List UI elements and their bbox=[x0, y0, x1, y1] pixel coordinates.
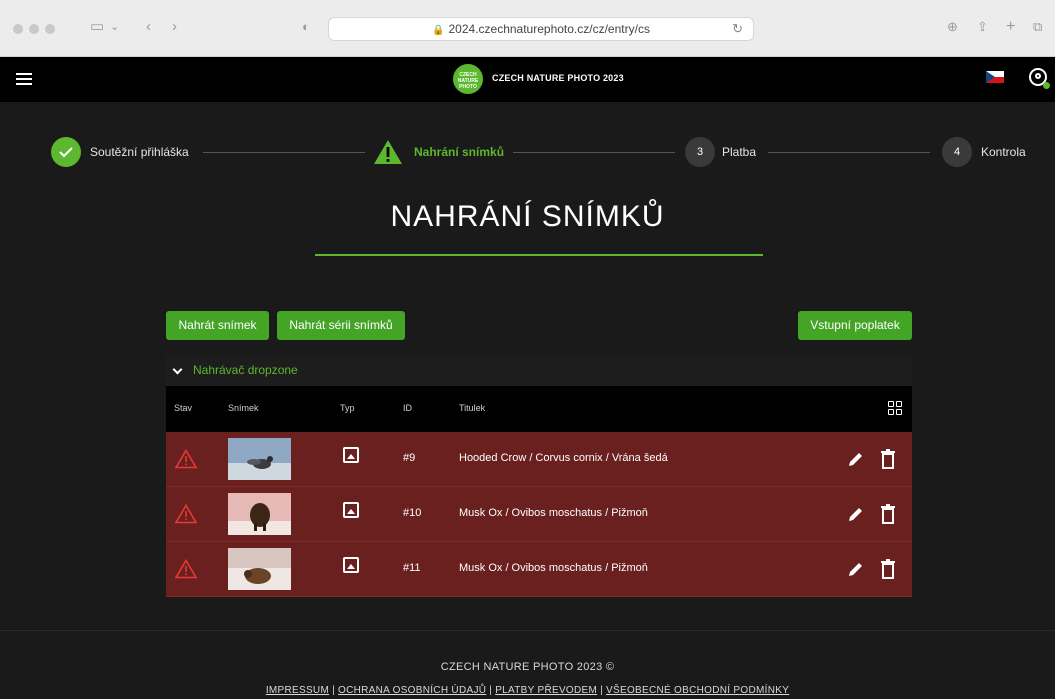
step-done-icon bbox=[51, 137, 81, 167]
photo-thumbnail[interactable] bbox=[228, 493, 291, 535]
column-header-title: Titulek bbox=[459, 403, 486, 413]
site-header: CZECH NATURE PHOTO CZECH NATURE PHOTO 20… bbox=[0, 57, 1055, 102]
photo-id: #10 bbox=[403, 507, 422, 519]
step-number-badge: 3 bbox=[685, 137, 715, 167]
edit-icon[interactable] bbox=[846, 504, 866, 524]
title-underline bbox=[315, 254, 763, 256]
logo-badge-line: PHOTO bbox=[459, 84, 477, 90]
footer-separator: | bbox=[600, 685, 604, 696]
upload-series-button[interactable]: Nahrát sérii snímků bbox=[277, 311, 405, 340]
page-title: NAHRÁNÍ SNÍMKŮ bbox=[390, 200, 665, 233]
online-status-dot bbox=[1043, 82, 1050, 89]
sidebar-toggle-icon[interactable]: ▭ bbox=[90, 17, 104, 37]
footer-copyright: CZECH NATURE PHOTO 2023 © bbox=[440, 661, 615, 673]
step-label-review[interactable]: Kontrola bbox=[981, 145, 1026, 159]
czech-flag-icon[interactable] bbox=[986, 71, 1004, 83]
photo-id: #9 bbox=[403, 452, 416, 464]
close-window-button[interactable] bbox=[13, 24, 23, 34]
step-number-badge: 4 bbox=[942, 137, 972, 167]
image-type-icon bbox=[343, 447, 359, 463]
delete-icon[interactable] bbox=[881, 504, 895, 524]
step-label-payment[interactable]: Platba bbox=[722, 145, 756, 159]
step-warning-icon bbox=[373, 139, 403, 165]
footer-separator: | bbox=[332, 685, 335, 696]
delete-icon[interactable] bbox=[881, 449, 895, 469]
image-type-icon bbox=[343, 557, 359, 573]
grid-view-icon[interactable] bbox=[888, 401, 902, 415]
dropzone-toggle[interactable]: Nahrávač dropzone bbox=[166, 355, 912, 386]
forward-icon[interactable]: › bbox=[172, 17, 177, 37]
photo-title: Musk Ox / Ovibos moschatus / Pižmoň bbox=[459, 562, 648, 574]
photo-thumbnail[interactable] bbox=[228, 548, 291, 590]
column-header-id: ID bbox=[403, 403, 412, 413]
zoom-window-button[interactable] bbox=[45, 24, 55, 34]
warning-icon bbox=[175, 559, 197, 579]
footer-separator: | bbox=[489, 685, 493, 696]
edit-icon[interactable] bbox=[846, 559, 866, 579]
step-connector bbox=[768, 152, 930, 153]
column-header-type: Typ bbox=[340, 403, 355, 413]
photo-title: Musk Ox / Ovibos moschatus / Pižmoň bbox=[459, 507, 648, 519]
lock-icon: 🔒 bbox=[432, 25, 445, 36]
site-footer: CZECH NATURE PHOTO 2023 © IMPRESSUM | OCHR… bbox=[0, 630, 1055, 699]
table-header: Stav Snímek Typ ID Titulek bbox=[166, 386, 912, 432]
logo-text[interactable]: CZECH NATURE PHOTO 2023 bbox=[492, 73, 624, 83]
footer-links: IMPRESSUM | OCHRANA OSOBNÍCH ÚDAJŮ | PLATBY … bbox=[0, 685, 1055, 696]
table-row[interactable]: #11 Musk Ox / Ovibos moschatus / Pižmoň bbox=[166, 542, 912, 597]
privacy-shield-icon[interactable]: ◐ bbox=[302, 17, 310, 37]
dropzone-label: Nahrávač dropzone bbox=[193, 363, 298, 377]
step-connector bbox=[513, 152, 675, 153]
chevron-down-icon[interactable]: ⌄ bbox=[110, 17, 119, 37]
table-row[interactable]: #10 Musk Ox / Ovibos moschatus / Pižmoň bbox=[166, 487, 912, 542]
table-row[interactable]: #9 Hooded Crow / Corvus cornix / Vrána š… bbox=[166, 432, 912, 487]
photo-thumbnail[interactable] bbox=[228, 438, 291, 480]
logo-badge[interactable]: CZECH NATURE PHOTO bbox=[453, 64, 483, 94]
back-icon[interactable]: ‹ bbox=[146, 17, 151, 37]
reload-icon[interactable]: ↻ bbox=[732, 21, 743, 37]
footer-link-impressum[interactable]: IMPRESSUM bbox=[266, 685, 329, 696]
edit-icon[interactable] bbox=[846, 449, 866, 469]
url-display[interactable]: 🔒 2024.czechnaturephoto.cz/cz/entry/cs bbox=[329, 22, 753, 36]
footer-link-terms[interactable]: VŠEOBECNÉ OBCHODNÍ PODMÍNKY bbox=[606, 685, 789, 696]
warning-icon bbox=[175, 504, 197, 524]
photo-id: #11 bbox=[403, 562, 421, 574]
column-header-status: Stav bbox=[174, 403, 193, 413]
upload-photo-button[interactable]: Nahrát snímek bbox=[166, 311, 269, 340]
url-text: 2024.czechnaturephoto.cz/cz/entry/cs bbox=[448, 22, 650, 36]
share-icon[interactable]: ⇪ bbox=[977, 17, 988, 37]
tab-overview-icon[interactable]: ⧉ bbox=[1033, 17, 1042, 37]
browser-chrome: ▭ ⌄ ‹ › ◐ 🔒 2024.czechnaturephoto.cz/cz/e… bbox=[0, 0, 1055, 57]
photo-title: Hooded Crow / Corvus cornix / Vrána šedá bbox=[459, 452, 668, 464]
footer-link-privacy[interactable]: OCHRANA OSOBNÍCH ÚDAJŮ bbox=[338, 685, 486, 696]
user-account-icon[interactable] bbox=[1029, 68, 1050, 89]
column-header-image: Snímek bbox=[228, 403, 259, 413]
step-label-upload[interactable]: Nahrání snímků bbox=[414, 145, 504, 159]
warning-icon bbox=[175, 449, 197, 469]
address-bar[interactable]: 🔒 2024.czechnaturephoto.cz/cz/entry/cs ↻ bbox=[328, 17, 754, 41]
image-type-icon bbox=[343, 502, 359, 518]
menu-icon[interactable] bbox=[16, 73, 32, 85]
chevron-down-icon bbox=[172, 364, 183, 375]
step-label-application[interactable]: Soutěžní přihláška bbox=[90, 145, 189, 159]
new-tab-icon[interactable]: + bbox=[1006, 17, 1015, 37]
step-connector bbox=[203, 152, 365, 153]
footer-link-bank-transfer[interactable]: PLATBY PŘEVODEM bbox=[495, 685, 597, 696]
minimize-window-button[interactable] bbox=[29, 24, 39, 34]
delete-icon[interactable] bbox=[881, 559, 895, 579]
download-icon[interactable]: ⊕ bbox=[947, 17, 958, 37]
entry-fee-button[interactable]: Vstupní poplatek bbox=[798, 311, 912, 340]
